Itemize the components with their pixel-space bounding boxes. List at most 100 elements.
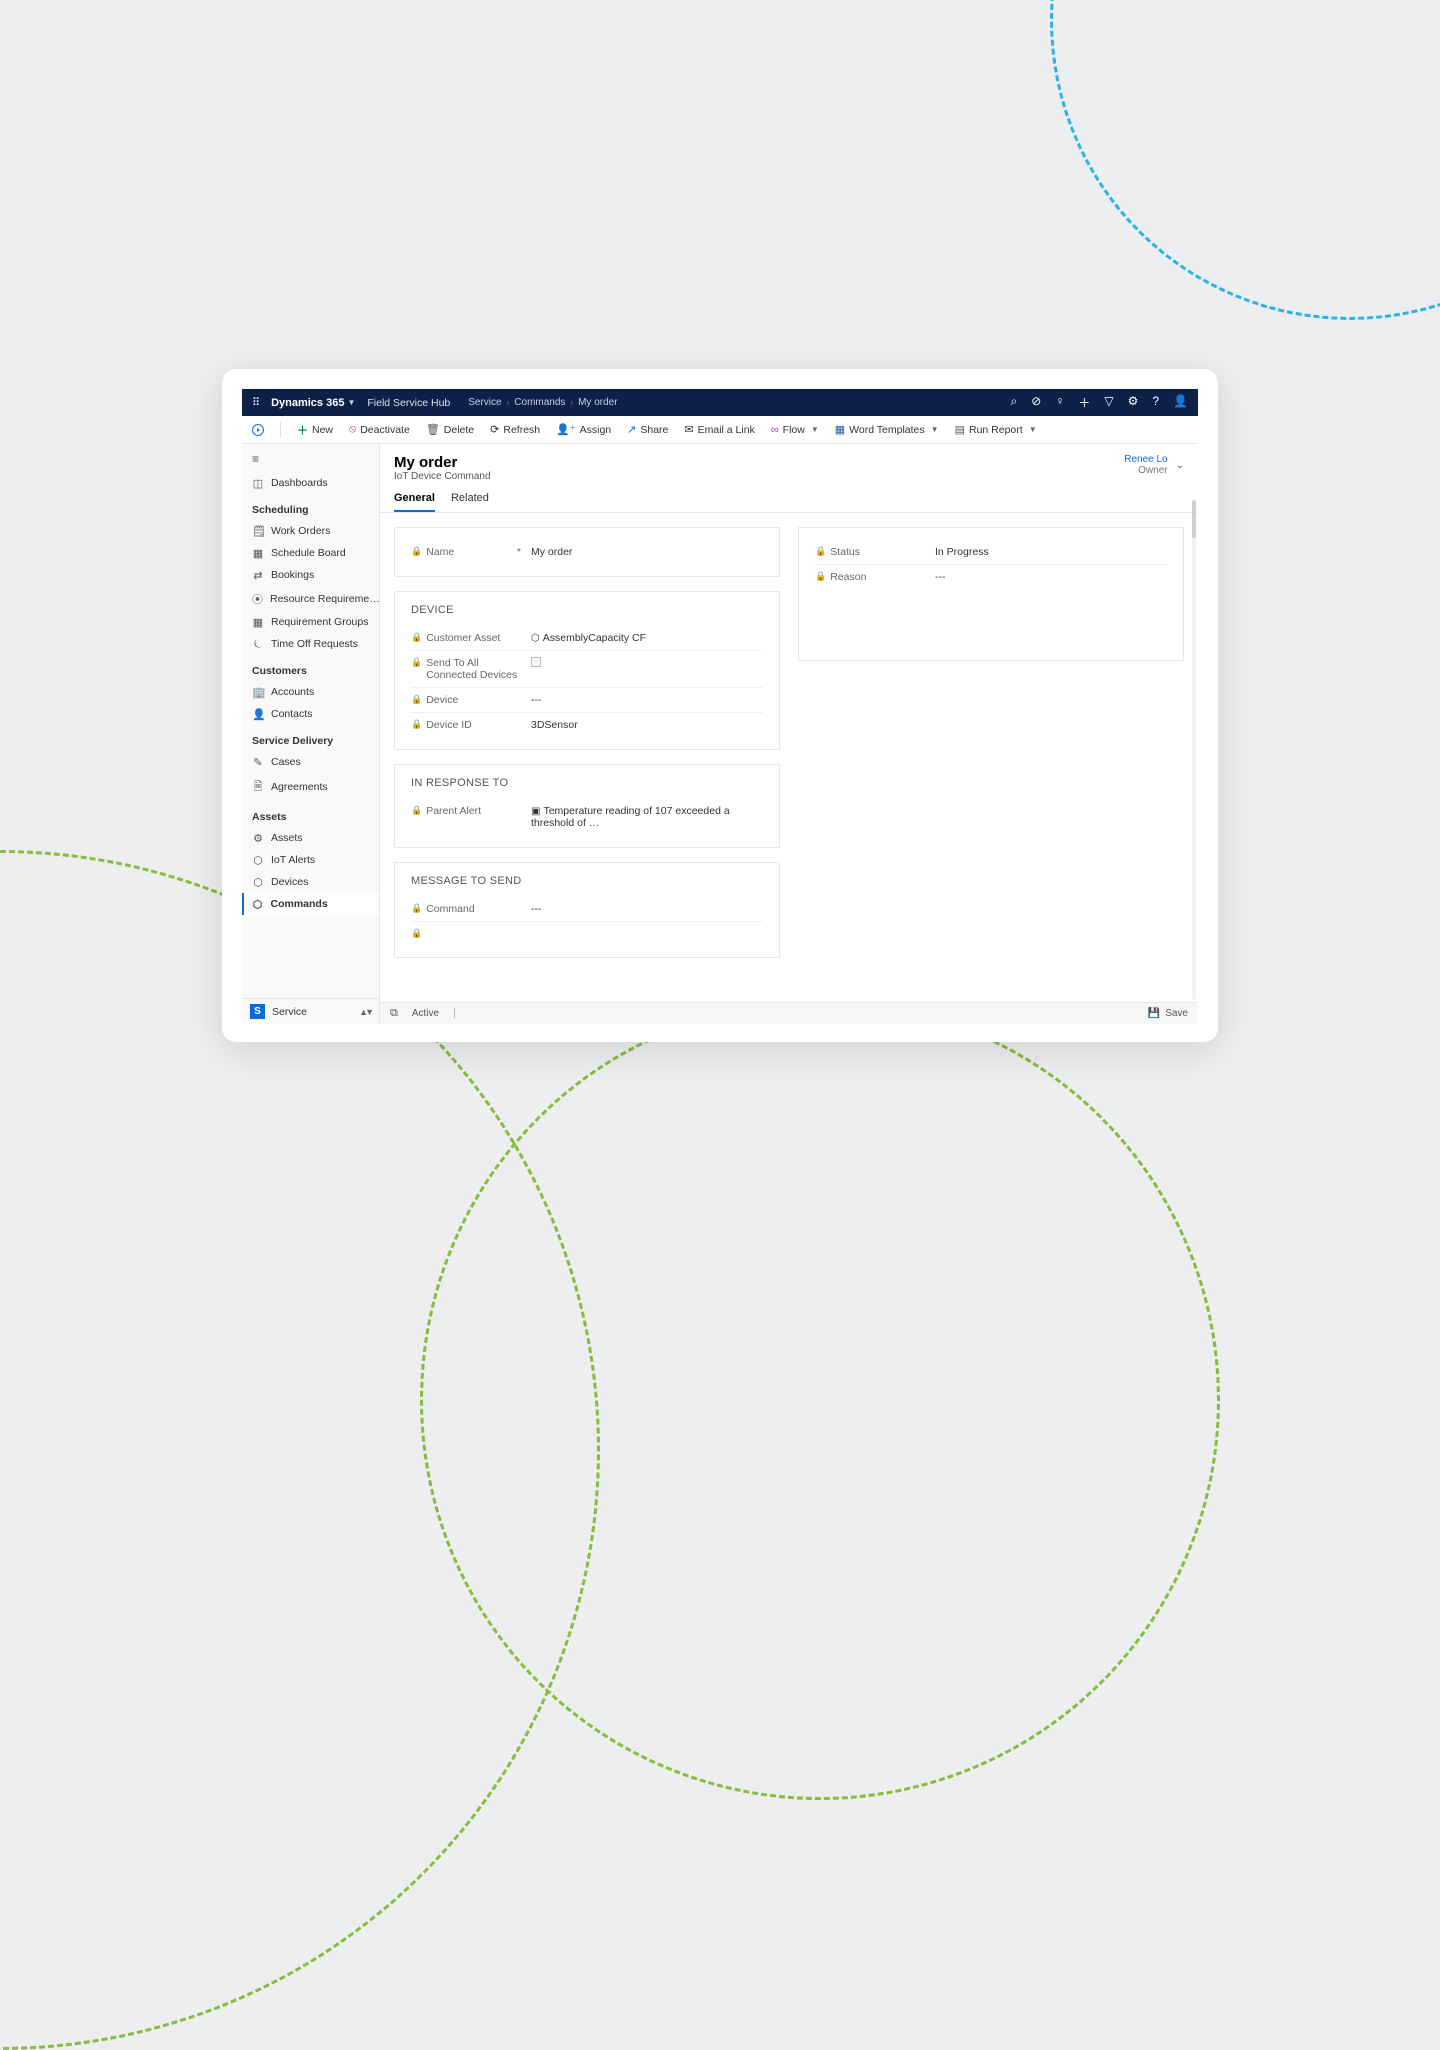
lightbulb-icon[interactable]: ♀ bbox=[1055, 394, 1064, 411]
sidebar-item-iot-alerts[interactable]: ⬡IoT Alerts bbox=[242, 849, 379, 871]
field-extra[interactable]: 🔒 bbox=[411, 922, 763, 945]
app-launcher-icon[interactable]: ⠿ bbox=[252, 396, 261, 409]
search-icon[interactable]: ⌕ bbox=[1011, 394, 1018, 411]
decoration-circle-green-small bbox=[420, 1000, 1220, 1800]
gear-icon[interactable]: ⚙ bbox=[1128, 394, 1139, 411]
sidebar-item-bookings[interactable]: ⇄Bookings bbox=[242, 564, 379, 586]
lock-icon: 🔒 bbox=[411, 928, 422, 939]
decoration-circle-blue bbox=[1050, 0, 1440, 320]
record-header: My order IoT Device Command Renee Lo Own… bbox=[380, 444, 1198, 482]
refresh-icon: ⟳ bbox=[490, 423, 499, 436]
sidebar-item-schedule-board[interactable]: ▦Schedule Board bbox=[242, 542, 379, 564]
area-switcher[interactable]: S Service ▲▼ bbox=[242, 998, 379, 1024]
section-message: MESSAGE TO SEND bbox=[411, 875, 763, 887]
checkbox[interactable] bbox=[531, 657, 541, 667]
flow-icon: ∞ bbox=[771, 424, 779, 436]
sidebar-item-devices[interactable]: ⬡Devices bbox=[242, 871, 379, 893]
page-title: My order bbox=[394, 454, 491, 471]
field-parent-alert[interactable]: 🔒Parent Alert ▣Temperature reading of 10… bbox=[411, 799, 763, 835]
field-customer-asset[interactable]: 🔒Customer Asset ⬡AssemblyCapacity CF bbox=[411, 626, 763, 651]
field-send-to-all[interactable]: 🔒Send To All Connected Devices bbox=[411, 651, 763, 688]
trash-icon: 🗑 bbox=[426, 423, 440, 436]
entity-icon: ⬡ bbox=[531, 633, 540, 644]
bookings-icon: ⇄ bbox=[252, 569, 264, 582]
section-device: DEVICE bbox=[411, 604, 763, 616]
tab-related[interactable]: Related bbox=[451, 492, 489, 512]
filter-icon[interactable]: ▽ bbox=[1104, 394, 1113, 411]
save-icon: 💾 bbox=[1148, 1008, 1160, 1019]
command-icon: ⬡ bbox=[252, 898, 264, 911]
hub-name[interactable]: Field Service Hub bbox=[367, 397, 450, 409]
updown-icon: ▲▼ bbox=[359, 1007, 371, 1017]
sidebar-item-assets[interactable]: ⚙Assets bbox=[242, 827, 379, 849]
crumb-commands[interactable]: Commands bbox=[514, 397, 565, 408]
message-card: MESSAGE TO SEND 🔒Command --- 🔒 bbox=[394, 862, 780, 958]
owner-role: Owner bbox=[1124, 465, 1167, 476]
product-name: Dynamics 365 bbox=[271, 397, 344, 409]
sidebar-item-commands[interactable]: ⬡Commands bbox=[242, 893, 379, 915]
sidebar-item-resource-requirements[interactable]: ⦿Resource Requireme… bbox=[242, 586, 379, 611]
new-button[interactable]: ＋New bbox=[297, 422, 333, 438]
tab-general[interactable]: General bbox=[394, 492, 435, 512]
command-bar: ＋New ⦸Deactivate 🗑Delete ⟳Refresh 👤⁺Assi… bbox=[242, 416, 1198, 444]
add-icon[interactable]: ＋ bbox=[1078, 394, 1090, 411]
customer-asset-link[interactable]: ⬡AssemblyCapacity CF bbox=[531, 632, 763, 644]
hamburger-icon[interactable]: ≡ bbox=[242, 450, 379, 472]
sidebar-item-work-orders[interactable]: 🗒Work Orders bbox=[242, 520, 379, 542]
deactivate-button[interactable]: ⦸Deactivate bbox=[349, 423, 410, 436]
sidebar-item-accounts[interactable]: 🏢Accounts bbox=[242, 681, 379, 703]
sidebar-group-scheduling: Scheduling bbox=[242, 494, 379, 520]
lock-icon: 🔒 bbox=[411, 805, 422, 816]
global-actions: ⌕ ⊘ ♀ ＋ ▽ ⚙ ? 👤 bbox=[1011, 394, 1188, 411]
assign-button[interactable]: 👤⁺Assign bbox=[556, 423, 611, 436]
lock-icon: 🔒 bbox=[411, 657, 422, 668]
calendar-icon: ▦ bbox=[252, 547, 264, 560]
section-response: IN RESPONSE TO bbox=[411, 777, 763, 789]
refresh-button[interactable]: ⟳Refresh bbox=[490, 423, 540, 436]
field-command[interactable]: 🔒Command --- bbox=[411, 897, 763, 922]
crumb-current: My order bbox=[578, 397, 617, 408]
lock-icon: 🔒 bbox=[411, 546, 422, 557]
flow-button[interactable]: ∞Flow▼ bbox=[771, 424, 819, 436]
status-text: Active bbox=[412, 1008, 439, 1019]
share-button[interactable]: ↗Share bbox=[627, 423, 668, 436]
email-link-button[interactable]: ✉Email a Link bbox=[684, 423, 754, 436]
field-device-id[interactable]: 🔒Device ID 3DSensor bbox=[411, 713, 763, 737]
crumb-service[interactable]: Service bbox=[468, 397, 501, 408]
sidebar-group-service-delivery: Service Delivery bbox=[242, 725, 379, 751]
sidebar-item-agreements[interactable]: 🗎Agreements bbox=[242, 773, 379, 801]
parent-alert-link[interactable]: ▣Temperature reading of 107 exceeded a t… bbox=[531, 805, 763, 829]
owner-selector[interactable]: Renee Lo Owner ⌄ bbox=[1124, 454, 1184, 476]
field-reason[interactable]: 🔒Reason --- bbox=[815, 565, 1167, 589]
go-back-icon[interactable] bbox=[252, 424, 264, 436]
owner-name: Renee Lo bbox=[1124, 454, 1167, 465]
lock-icon: 🔒 bbox=[411, 903, 422, 914]
device-id-value: 3DSensor bbox=[531, 719, 763, 731]
open-icon[interactable]: ⧉ bbox=[390, 1007, 398, 1020]
user-icon[interactable]: 👤 bbox=[1173, 394, 1188, 411]
sidebar-item-time-off[interactable]: ⏾Time Off Requests bbox=[242, 633, 379, 655]
sidebar-item-cases[interactable]: ✎Cases bbox=[242, 751, 379, 773]
field-name[interactable]: 🔒Name* My order bbox=[411, 540, 763, 564]
sidebar-item-dashboards[interactable]: ◫Dashboards bbox=[242, 472, 379, 494]
dashboard-icon: ◫ bbox=[252, 477, 264, 490]
person-icon: 👤 bbox=[252, 708, 264, 721]
scrollbar[interactable] bbox=[1192, 500, 1196, 1000]
sidebar-item-requirement-groups[interactable]: ▦Requirement Groups bbox=[242, 611, 379, 633]
help-icon[interactable]: ? bbox=[1152, 394, 1159, 411]
reason-value: --- bbox=[935, 571, 1167, 583]
field-status[interactable]: 🔒Status In Progress bbox=[815, 540, 1167, 565]
run-report-button[interactable]: ▤Run Report▼ bbox=[955, 423, 1037, 436]
field-device[interactable]: 🔒Device --- bbox=[411, 688, 763, 713]
delete-button[interactable]: 🗑Delete bbox=[426, 423, 474, 436]
record-tabs: General Related bbox=[380, 482, 1198, 513]
command-value: --- bbox=[531, 903, 763, 915]
chevron-right-icon: › bbox=[570, 398, 573, 407]
word-templates-button[interactable]: ▦Word Templates▼ bbox=[835, 423, 939, 436]
task-icon[interactable]: ⊘ bbox=[1031, 394, 1041, 411]
chevron-down-icon[interactable]: ▼ bbox=[347, 398, 355, 407]
clipboard-icon: 🗒 bbox=[252, 525, 264, 538]
alert-icon: ⬡ bbox=[252, 854, 264, 867]
save-button[interactable]: 💾Save bbox=[1148, 1008, 1188, 1019]
sidebar-item-contacts[interactable]: 👤Contacts bbox=[242, 703, 379, 725]
